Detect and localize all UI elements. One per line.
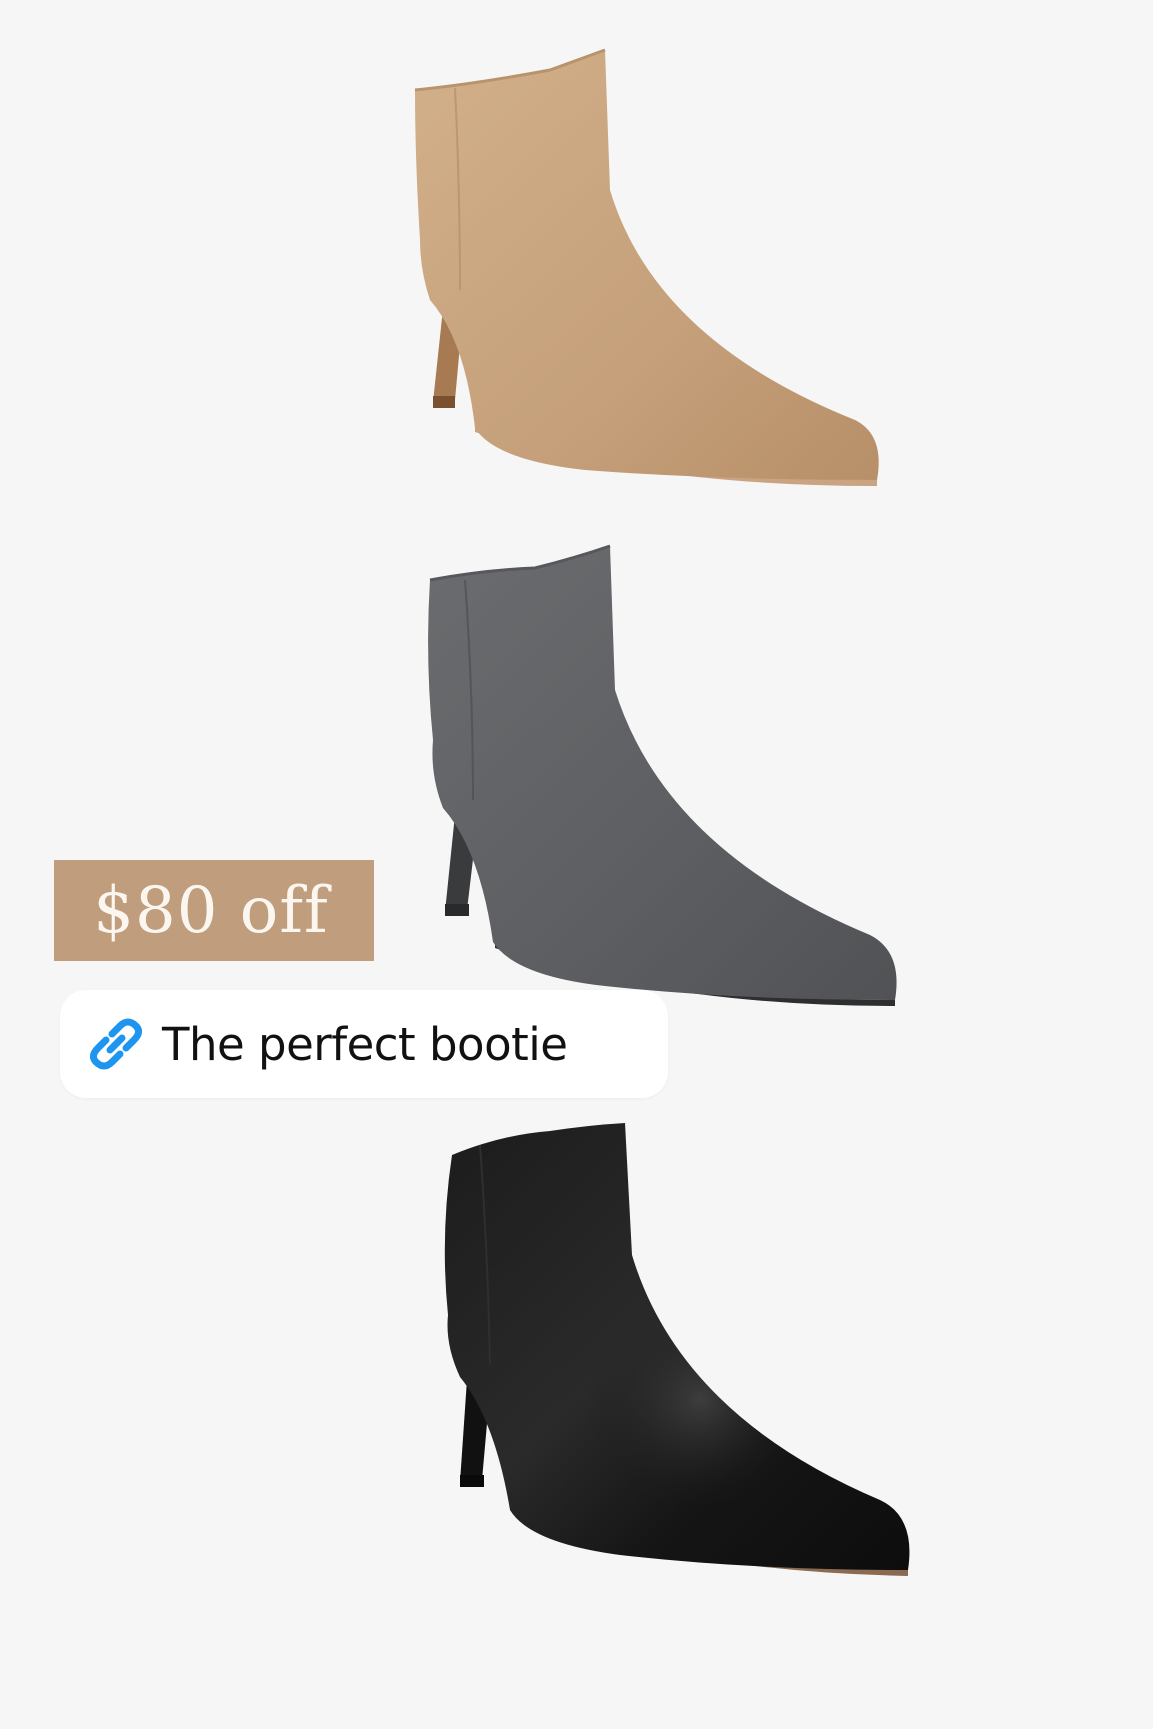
product-link-button[interactable]: The perfect bootie [60, 990, 668, 1098]
tan-suede-bootie-image [414, 40, 895, 500]
grey-suede-bootie-image [425, 540, 905, 1010]
link-icon [84, 1012, 148, 1076]
black-leather-bootie-image [440, 1115, 920, 1585]
discount-text: $80 off [93, 873, 329, 948]
link-label: The perfect bootie [162, 1017, 568, 1071]
discount-badge: $80 off [54, 860, 374, 961]
